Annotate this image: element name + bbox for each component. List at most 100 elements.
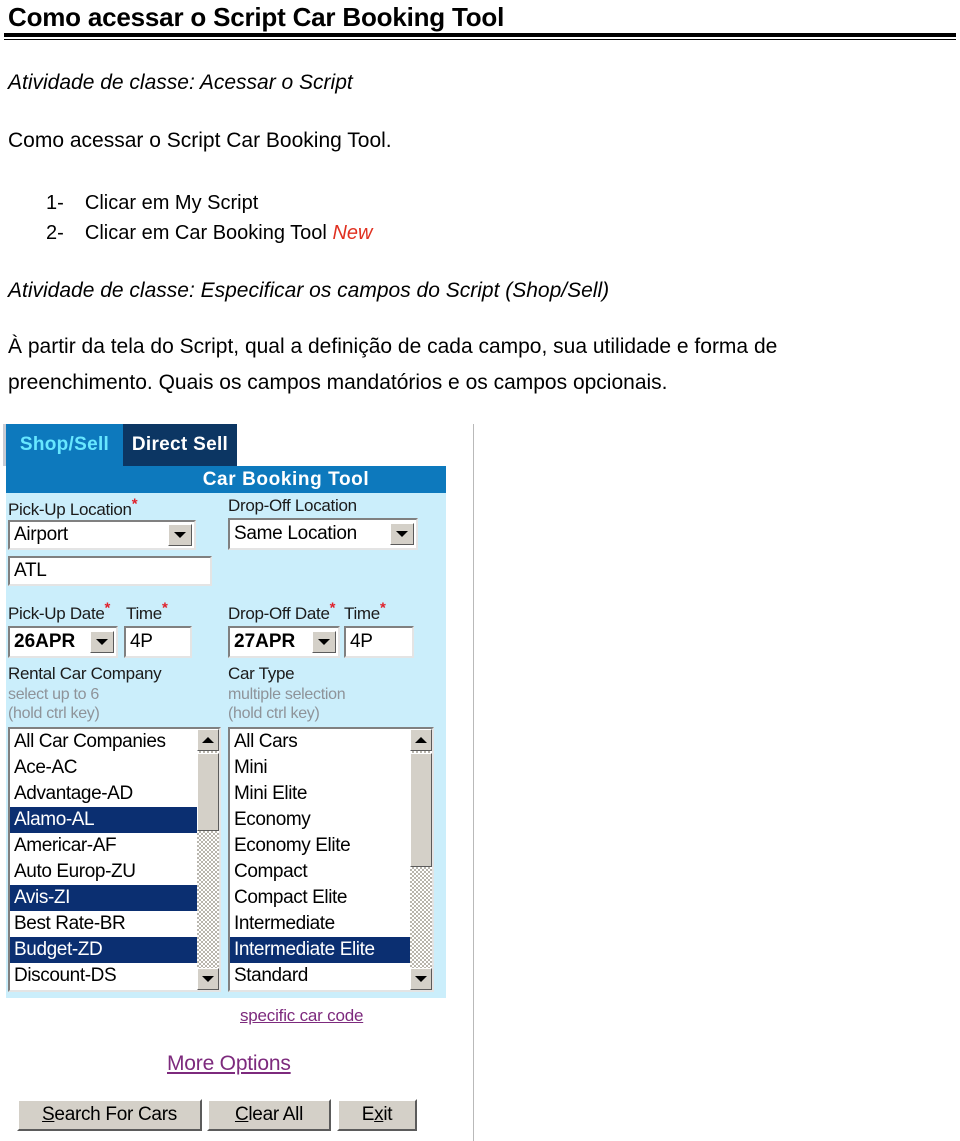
car-type-listbox[interactable]: All Cars Mini Mini Elite Economy Economy Eli… [228, 727, 434, 992]
search-for-cars-button[interactable]: Search For Cars [17, 1099, 202, 1131]
rental-company-options: All Car Companies Ace-AC Advantage-AD Alamo… [10, 729, 197, 989]
scroll-up-icon[interactable] [197, 729, 219, 751]
car-type-option[interactable]: Intermediate [230, 911, 410, 937]
rental-company-hint-2: (hold ctrl key) [8, 705, 100, 722]
scroll-down-icon[interactable] [410, 968, 432, 990]
dropoff-date-select[interactable]: 27APR [228, 626, 340, 658]
pickup-time-value: 4P [130, 631, 153, 652]
car-type-option[interactable]: Mini Elite [230, 781, 410, 807]
pickup-location-code-value: ATL [14, 560, 47, 581]
tab-direct-sell[interactable]: Direct Sell [123, 424, 237, 466]
pickup-location-select[interactable]: Airport [8, 520, 196, 550]
car-type-option[interactable]: Economy [230, 807, 410, 833]
chevron-down-icon[interactable] [312, 631, 336, 653]
rental-company-option[interactable]: All Car Companies [10, 729, 197, 755]
car-booking-tool-screenshot: Shop/Sell Direct Sell Car Booking Tool P… [0, 424, 480, 1141]
scrollbar-thumb[interactable] [197, 753, 219, 831]
rental-company-scrollbar[interactable] [197, 729, 219, 990]
pickup-date-required-star: * [104, 599, 111, 617]
pickup-location-select-value: Airport [14, 524, 68, 545]
more-options-link[interactable]: More Options [167, 1052, 291, 1076]
pickup-time-label: Time* [126, 600, 168, 624]
app-title-bar: Car Booking Tool [6, 466, 446, 493]
dropoff-location-select[interactable]: Same Location [228, 518, 418, 550]
car-type-option[interactable]: Compact [230, 859, 410, 885]
step-2-text: Clicar em Car Booking Tool [84, 222, 327, 244]
search-for-cars-label: Search For Cars [42, 1104, 177, 1125]
rental-company-option[interactable]: Advantage-AD [10, 781, 197, 807]
scroll-down-icon[interactable] [197, 968, 219, 990]
title-rule-thick [4, 33, 956, 37]
pickup-date-label-text: Pick-Up Date [8, 604, 105, 623]
rental-company-option[interactable]: Ace-AC [10, 755, 197, 781]
intro-paragraph: Como acessar o Script Car Booking Tool. [8, 129, 392, 152]
chevron-down-icon[interactable] [390, 523, 414, 545]
chevron-down-icon[interactable] [168, 524, 192, 546]
dropoff-date-label-text: Drop-Off Date [228, 604, 330, 623]
rental-company-listbox[interactable]: All Car Companies Ace-AC Advantage-AD Alamo… [8, 727, 221, 992]
dropoff-time-required-star: * [379, 599, 386, 617]
rental-company-option[interactable]: Budget-ZD [10, 937, 197, 963]
scrollbar-thumb[interactable] [410, 753, 432, 867]
exit-button[interactable]: Exit [337, 1099, 417, 1131]
app-title-bar-label: Car Booking Tool [202, 468, 370, 490]
rental-company-option[interactable]: Discount-DS [10, 963, 197, 989]
car-type-option[interactable]: Compact Elite [230, 885, 410, 911]
rental-company-hint-1: select up to 6 [8, 686, 99, 703]
dropoff-location-label: Drop-Off Location [228, 496, 357, 516]
car-type-option[interactable]: Intermediate Elite [230, 937, 410, 963]
activity-heading-1: Atividade de classe: Acessar o Script [8, 71, 353, 94]
rental-company-option[interactable]: Best Rate-BR [10, 911, 197, 937]
tab-strip: Shop/Sell Direct Sell [6, 424, 237, 466]
car-type-hint-1: multiple selection [228, 686, 346, 703]
rental-company-option[interactable]: Avis-ZI [10, 885, 197, 911]
tab-shop-sell-label: Shop/Sell [19, 434, 110, 455]
pickup-location-label-text: Pick-Up Location [8, 500, 132, 519]
step-item-1: 1- Clicar em My Script [46, 188, 258, 218]
rental-company-option[interactable]: Americar-AF [10, 833, 197, 859]
new-badge: New [332, 222, 373, 244]
dropoff-location-label-text: Drop-Off Location [228, 496, 357, 515]
page-title: Como acessar o Script Car Booking Tool [8, 2, 505, 32]
car-type-option[interactable]: Standard [230, 963, 410, 989]
tab-shop-sell[interactable]: Shop/Sell [6, 424, 123, 466]
clear-all-label: Clear All [234, 1104, 304, 1125]
rental-company-option[interactable]: Alamo-AL [10, 807, 197, 833]
pickup-location-label: Pick-Up Location* [8, 496, 138, 520]
dropoff-time-input[interactable]: 4P [344, 626, 414, 658]
dropoff-location-select-value: Same Location [234, 523, 357, 544]
title-rule-thin [4, 39, 956, 40]
scroll-up-icon[interactable] [410, 729, 432, 751]
pickup-date-value: 26APR [14, 631, 76, 652]
pickup-time-label-text: Time [126, 604, 162, 623]
specific-car-code-link[interactable]: specific car code [240, 1006, 363, 1026]
rental-company-label: Rental Car Company [8, 664, 162, 683]
tab-direct-sell-label: Direct Sell [131, 434, 229, 455]
car-type-option[interactable]: Mini [230, 755, 410, 781]
rental-company-option[interactable]: Auto Europ-ZU [10, 859, 197, 885]
step-item-2: 2- Clicar em Car Booking Tool New [46, 218, 372, 248]
pickup-time-input[interactable]: 4P [124, 626, 192, 658]
dropoff-date-label: Drop-Off Date* [228, 600, 335, 624]
clear-all-button[interactable]: Clear All [207, 1099, 331, 1131]
dropoff-time-value: 4P [350, 631, 373, 652]
page-border-line [473, 424, 474, 1141]
car-type-options: All Cars Mini Mini Elite Economy Economy Eli… [230, 729, 410, 989]
car-type-option[interactable]: Economy Elite [230, 833, 410, 859]
chevron-down-icon[interactable] [90, 631, 114, 653]
pickup-date-select[interactable]: 26APR [8, 626, 118, 658]
exit-label: Exit [361, 1104, 393, 1125]
step-1-number: 1- [46, 192, 64, 214]
car-type-option[interactable]: All Cars [230, 729, 410, 755]
pickup-date-label: Pick-Up Date* [8, 600, 110, 624]
car-type-scrollbar[interactable] [410, 729, 432, 990]
car-type-label: Car Type [228, 664, 295, 683]
body-line-2: preenchimento. Quais os campos mandatóri… [8, 371, 668, 394]
dropoff-time-label: Time* [344, 600, 386, 624]
dropoff-time-label-text: Time [344, 604, 380, 623]
dropoff-date-required-star: * [329, 599, 336, 617]
activity-heading-2: Atividade de classe: Especificar os camp… [8, 279, 610, 302]
pickup-location-code-input[interactable]: ATL [8, 556, 212, 586]
step-1-text: Clicar em My Script [84, 192, 259, 214]
dropoff-date-value: 27APR [234, 631, 296, 652]
